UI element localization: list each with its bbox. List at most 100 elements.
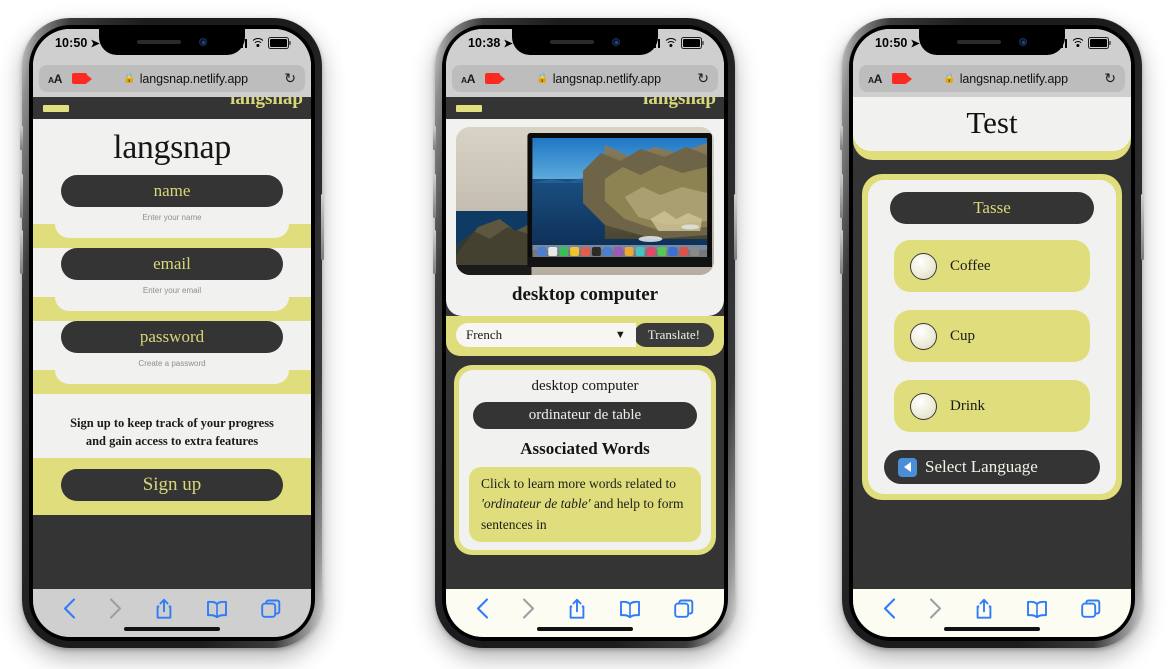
quiz-option-coffee[interactable]: Coffee <box>894 240 1090 292</box>
word-title: desktop computer <box>446 275 724 316</box>
status-time: 10:50 ➤ <box>875 36 920 50</box>
field-label-password: password <box>61 321 283 353</box>
earpiece-speaker <box>550 39 594 45</box>
hamburger-menu-icon[interactable] <box>456 104 482 112</box>
language-select[interactable]: French ▼ <box>456 323 636 347</box>
tabs-icon[interactable] <box>673 599 694 619</box>
volume-down-button[interactable] <box>433 230 436 274</box>
language-select-value: French <box>466 327 503 342</box>
url-text: langsnap.netlify.app <box>139 71 249 86</box>
page-title: langsnap <box>113 129 231 166</box>
radio-icon[interactable] <box>910 252 937 280</box>
home-indicator[interactable] <box>537 627 633 631</box>
volume-down-button[interactable] <box>20 230 23 274</box>
bookmarks-icon[interactable] <box>206 600 228 618</box>
mute-switch[interactable] <box>20 126 23 150</box>
battery-icon <box>681 37 704 49</box>
site-logo[interactable]: langsnap <box>230 97 303 110</box>
quiz-option-drink[interactable]: Drink <box>894 380 1090 432</box>
share-icon[interactable] <box>155 598 173 620</box>
volume-up-button[interactable] <box>433 174 436 218</box>
battery-icon <box>1088 37 1111 49</box>
reload-icon[interactable]: ↻ <box>284 70 296 87</box>
reload-icon[interactable]: ↻ <box>697 70 709 87</box>
address-field[interactable]: AA 🔒 langsnap.netlify.app ↻ <box>39 65 305 92</box>
text-size-icon[interactable]: AA <box>868 72 882 86</box>
result-translation[interactable]: ordinateur de table <box>473 402 697 429</box>
front-camera-icon <box>1019 38 1027 46</box>
url-text: langsnap.netlify.app <box>959 71 1069 86</box>
mute-switch[interactable] <box>840 126 843 150</box>
associated-words-note: Click to learn more words related to 'or… <box>469 467 701 542</box>
translate-button[interactable]: Translate! <box>633 323 714 347</box>
phone-translate: 10:38 ➤ AA 🔒 langsnap.netlify.app ↻ lang… <box>433 18 737 648</box>
back-icon[interactable] <box>63 598 76 619</box>
quiz-question-word: Tasse <box>890 192 1094 224</box>
signup-blurb-line1: Sign up to keep track of your progress <box>70 416 274 430</box>
email-input[interactable] <box>55 297 289 311</box>
volume-up-button[interactable] <box>840 174 843 218</box>
lock-icon: 🔒 <box>536 73 549 84</box>
safari-url-bar: AA 🔒 langsnap.netlify.app ↻ <box>853 63 1131 97</box>
volume-down-button[interactable] <box>840 230 843 274</box>
assoc-note-emphasis: 'ordinateur de table' <box>481 496 591 512</box>
select-language-button[interactable]: Select Language <box>884 450 1100 484</box>
share-icon[interactable] <box>568 598 586 620</box>
signup-blurb-line2: and gain access to extra features <box>85 434 259 449</box>
tabs-icon[interactable] <box>1080 599 1101 619</box>
bookmarks-icon[interactable] <box>1026 600 1048 618</box>
wifi-icon <box>250 38 265 48</box>
back-icon[interactable] <box>883 598 896 619</box>
notch <box>919 29 1065 55</box>
password-input[interactable] <box>55 370 289 384</box>
volume-up-button[interactable] <box>20 174 23 218</box>
associated-words-heading: Associated Words <box>520 439 650 458</box>
bookmarks-icon[interactable] <box>619 600 641 618</box>
name-input-wrap <box>33 224 311 248</box>
home-indicator[interactable] <box>124 627 220 631</box>
status-time: 10:50 ➤ <box>55 36 100 50</box>
notch <box>512 29 658 55</box>
power-button[interactable] <box>1141 194 1144 260</box>
text-size-icon[interactable]: AA <box>48 72 62 86</box>
select-language-label: Select Language <box>925 457 1038 476</box>
signup-blurb: Sign up to keep track of your progress a… <box>33 404 311 459</box>
address-field[interactable]: AA 🔒 langsnap.netlify.app ↻ <box>859 65 1125 92</box>
quiz-option-label: Coffee <box>950 257 991 274</box>
address-field[interactable]: AA 🔒 langsnap.netlify.app ↻ <box>452 65 718 92</box>
phone-screen: 10:38 ➤ AA 🔒 langsnap.netlify.app ↻ lang… <box>446 29 724 637</box>
word-photo[interactable] <box>456 127 714 275</box>
home-indicator[interactable] <box>944 627 1040 631</box>
share-icon[interactable] <box>975 598 993 620</box>
power-button[interactable] <box>734 194 737 260</box>
signup-button-zone: Sign up <box>33 458 311 516</box>
back-icon[interactable] <box>476 598 489 619</box>
quiz-option-cup[interactable]: Cup <box>894 310 1090 362</box>
reload-icon[interactable]: ↻ <box>1104 70 1116 87</box>
tabs-icon[interactable] <box>260 599 281 619</box>
front-camera-icon <box>199 38 207 46</box>
phone-signup: 10:50 ➤ AA 🔒 langsnap.netlify.app ↻ lang… <box>20 18 324 648</box>
radio-icon[interactable] <box>910 392 937 420</box>
site-logo[interactable]: langsnap <box>643 97 716 110</box>
field-label-name: name <box>61 175 283 207</box>
wifi-icon <box>1070 38 1085 48</box>
password-input-wrap <box>33 370 311 394</box>
field-label-email: email <box>61 248 283 280</box>
screen-recording-icon <box>485 73 505 84</box>
screen-recording-icon <box>72 73 92 84</box>
earpiece-speaker <box>137 39 181 45</box>
radio-icon[interactable] <box>910 322 937 350</box>
text-size-icon[interactable]: AA <box>461 72 475 86</box>
screen-recording-icon <box>892 73 912 84</box>
phone-screen: 10:50 ➤ AA 🔒 langsnap.netlify.app <box>33 29 311 637</box>
password-placeholder: Create a password <box>138 359 206 368</box>
name-input[interactable] <box>55 224 289 238</box>
quiz-card: Tasse Coffee Cup Drink Select Language <box>862 174 1122 500</box>
mute-switch[interactable] <box>433 126 436 150</box>
sign-up-button[interactable]: Sign up <box>61 469 283 502</box>
email-input-wrap <box>33 297 311 321</box>
front-camera-icon <box>612 38 620 46</box>
hamburger-menu-icon[interactable] <box>43 104 69 112</box>
power-button[interactable] <box>321 194 324 260</box>
